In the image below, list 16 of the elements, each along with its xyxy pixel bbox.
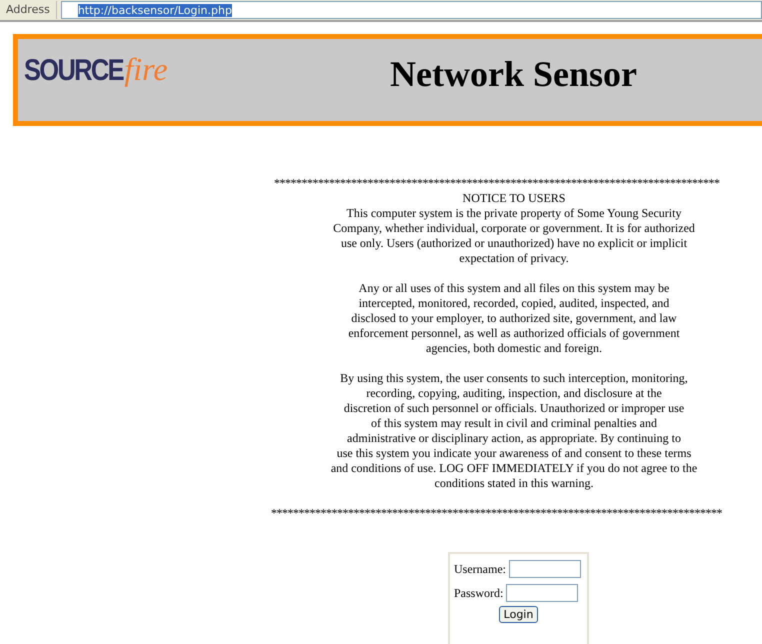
login-button[interactable]: Login: [498, 606, 538, 623]
asterisk-rule: **********************************************************************************: [271, 506, 722, 521]
page-title: Network Sensor: [390, 53, 637, 95]
address-label: Address: [0, 1, 57, 19]
asterisk-rule: *********************************************************************************: [274, 176, 720, 191]
username-field[interactable]: [508, 560, 581, 578]
sourcefire-logo: SOURCEfire: [24, 51, 168, 88]
url-text: http://backsensor/Login.php: [78, 4, 232, 16]
field-label: Password:: [454, 586, 504, 600]
password-field[interactable]: [506, 584, 578, 602]
notice-paragraph: Any or all uses of this system and all files on this system may be intercepted, monitored, recorded, copied, audited, inspected, and disclosed to your employer, to authorized site, government, and law enforcement personnel, as well as authorized officials of government agencies, both domestic and foreign.: [348, 281, 680, 356]
notice-heading: NOTICE TO USERS: [462, 191, 566, 206]
notice-paragraph: By using this system, the user consents to such interception, monitoring, recording, copying, auditing, inspection, and disclosure at the discretion of such personnel or officials. Unauthorized or improper use of this system may result in civil and criminal penalties and administrative or disciplinary action, as appropriate. By continuing to use this system you indicate your awareness of and consent to these terms and conditions of use. LOG OFF IMMEDIATELY if you do not agree to the conditions stated in this warning.: [330, 371, 698, 491]
notice-paragraph: This computer system is the private property of Some Young Security Company, whether individual, corporate or government. It is for authorized use only. Users (authorized or unauthorized) have no explicit or implicit expectation of privacy.: [333, 206, 695, 266]
field-label: Username:: [454, 562, 506, 576]
address-field[interactable]: http://backsensor/Login.php: [60, 1, 762, 19]
